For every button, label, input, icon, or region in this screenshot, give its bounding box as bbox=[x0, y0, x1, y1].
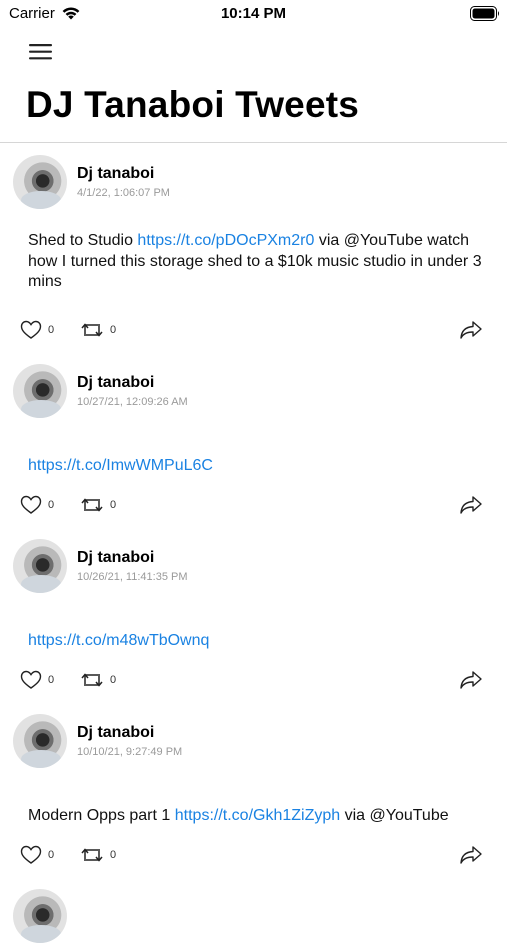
tweet-item[interactable] bbox=[0, 877, 507, 943]
like-count: 0 bbox=[48, 499, 55, 511]
tweet-author-name: Dj tanaboi bbox=[77, 374, 155, 391]
battery-icon bbox=[470, 6, 499, 21]
retweet-count: 0 bbox=[110, 499, 117, 511]
tweet-author-name: Dj tanaboi bbox=[77, 549, 155, 566]
avatar[interactable] bbox=[13, 364, 67, 418]
like-button[interactable]: 0 bbox=[20, 495, 54, 515]
share-icon[interactable] bbox=[459, 495, 483, 515]
tweet-feed[interactable]: Dj tanaboi 4/1/22, 1:06:07 PM Shed to St… bbox=[0, 143, 507, 943]
share-icon[interactable] bbox=[459, 320, 483, 340]
retweet-button[interactable]: 0 bbox=[80, 670, 116, 690]
like-button[interactable]: 0 bbox=[20, 320, 54, 340]
like-count: 0 bbox=[48, 849, 55, 861]
tweet-text-before: Shed to Studio bbox=[28, 232, 138, 249]
tweet-link[interactable]: https://t.co/m48wTbOwnq bbox=[28, 632, 209, 649]
tweet-text: Modern Opps part 1 https://t.co/Gkh1ZiZy… bbox=[28, 806, 496, 827]
heart-icon bbox=[20, 495, 42, 514]
avatar[interactable] bbox=[13, 889, 67, 943]
tweet-text: Shed to Studio https://t.co/pDOcPXm2r0 v… bbox=[28, 231, 496, 293]
tweet-link[interactable]: https://t.co/Gkh1ZiZyph bbox=[175, 807, 340, 824]
tweet-text-after: via @YouTube bbox=[340, 807, 449, 824]
like-count: 0 bbox=[48, 674, 55, 686]
share-icon[interactable] bbox=[459, 670, 483, 690]
avatar[interactable] bbox=[13, 539, 67, 593]
tweet-text-before: Modern Opps part 1 bbox=[28, 807, 175, 824]
tweet-timestamp: 10/26/21, 11:41:35 PM bbox=[77, 571, 188, 583]
retweet-icon bbox=[81, 848, 103, 862]
retweet-icon bbox=[81, 673, 103, 687]
retweet-button[interactable]: 0 bbox=[80, 320, 116, 340]
clock-time: 10:14 PM bbox=[220, 5, 287, 22]
heart-icon bbox=[20, 320, 42, 339]
tweet-text: https://t.co/ImwWMPuL6C bbox=[28, 456, 496, 477]
avatar[interactable] bbox=[13, 155, 67, 209]
heart-icon bbox=[20, 670, 42, 689]
tweet-item[interactable]: Dj tanaboi 4/1/22, 1:06:07 PM Shed to St… bbox=[0, 143, 507, 352]
tweet-item[interactable]: Dj tanaboi 10/27/21, 12:09:26 AM https:/… bbox=[0, 352, 507, 527]
retweet-button[interactable]: 0 bbox=[80, 845, 116, 865]
tweet-actions: 0 0 bbox=[0, 495, 507, 519]
tweet-link[interactable]: https://t.co/ImwWMPuL6C bbox=[28, 457, 213, 474]
tweet-actions: 0 0 bbox=[0, 845, 507, 869]
hamburger-menu-icon[interactable] bbox=[28, 42, 54, 62]
tweet-item[interactable]: Dj tanaboi 10/10/21, 9:27:49 PM Modern O… bbox=[0, 702, 507, 877]
like-button[interactable]: 0 bbox=[20, 845, 54, 865]
tweet-link[interactable]: https://t.co/pDOcPXm2r0 bbox=[137, 232, 314, 249]
status-bar: Carrier 10:14 PM bbox=[0, 0, 507, 28]
tweet-text: https://t.co/m48wTbOwnq bbox=[28, 631, 496, 652]
tweet-timestamp: 10/27/21, 12:09:26 AM bbox=[77, 396, 188, 408]
page-title: DJ Tanaboi Tweets bbox=[26, 84, 360, 125]
tweet-author-name: Dj tanaboi bbox=[77, 165, 155, 182]
tweet-author-name: Dj tanaboi bbox=[77, 724, 155, 741]
retweet-count: 0 bbox=[110, 324, 117, 336]
retweet-icon bbox=[81, 498, 103, 512]
tweet-item[interactable]: Dj tanaboi 10/26/21, 11:41:35 PM https:/… bbox=[0, 527, 507, 702]
share-icon[interactable] bbox=[459, 845, 483, 865]
tweet-timestamp: 10/10/21, 9:27:49 PM bbox=[77, 746, 183, 758]
tweet-timestamp: 4/1/22, 1:06:07 PM bbox=[77, 187, 170, 199]
retweet-button[interactable]: 0 bbox=[80, 495, 116, 515]
tweet-actions: 0 0 bbox=[0, 670, 507, 694]
heart-icon bbox=[20, 845, 42, 864]
like-count: 0 bbox=[48, 324, 55, 336]
retweet-count: 0 bbox=[110, 674, 117, 686]
avatar[interactable] bbox=[13, 714, 67, 768]
tweet-actions: 0 0 bbox=[0, 320, 507, 344]
retweet-count: 0 bbox=[110, 849, 117, 861]
like-button[interactable]: 0 bbox=[20, 670, 54, 690]
retweet-icon bbox=[81, 323, 103, 337]
